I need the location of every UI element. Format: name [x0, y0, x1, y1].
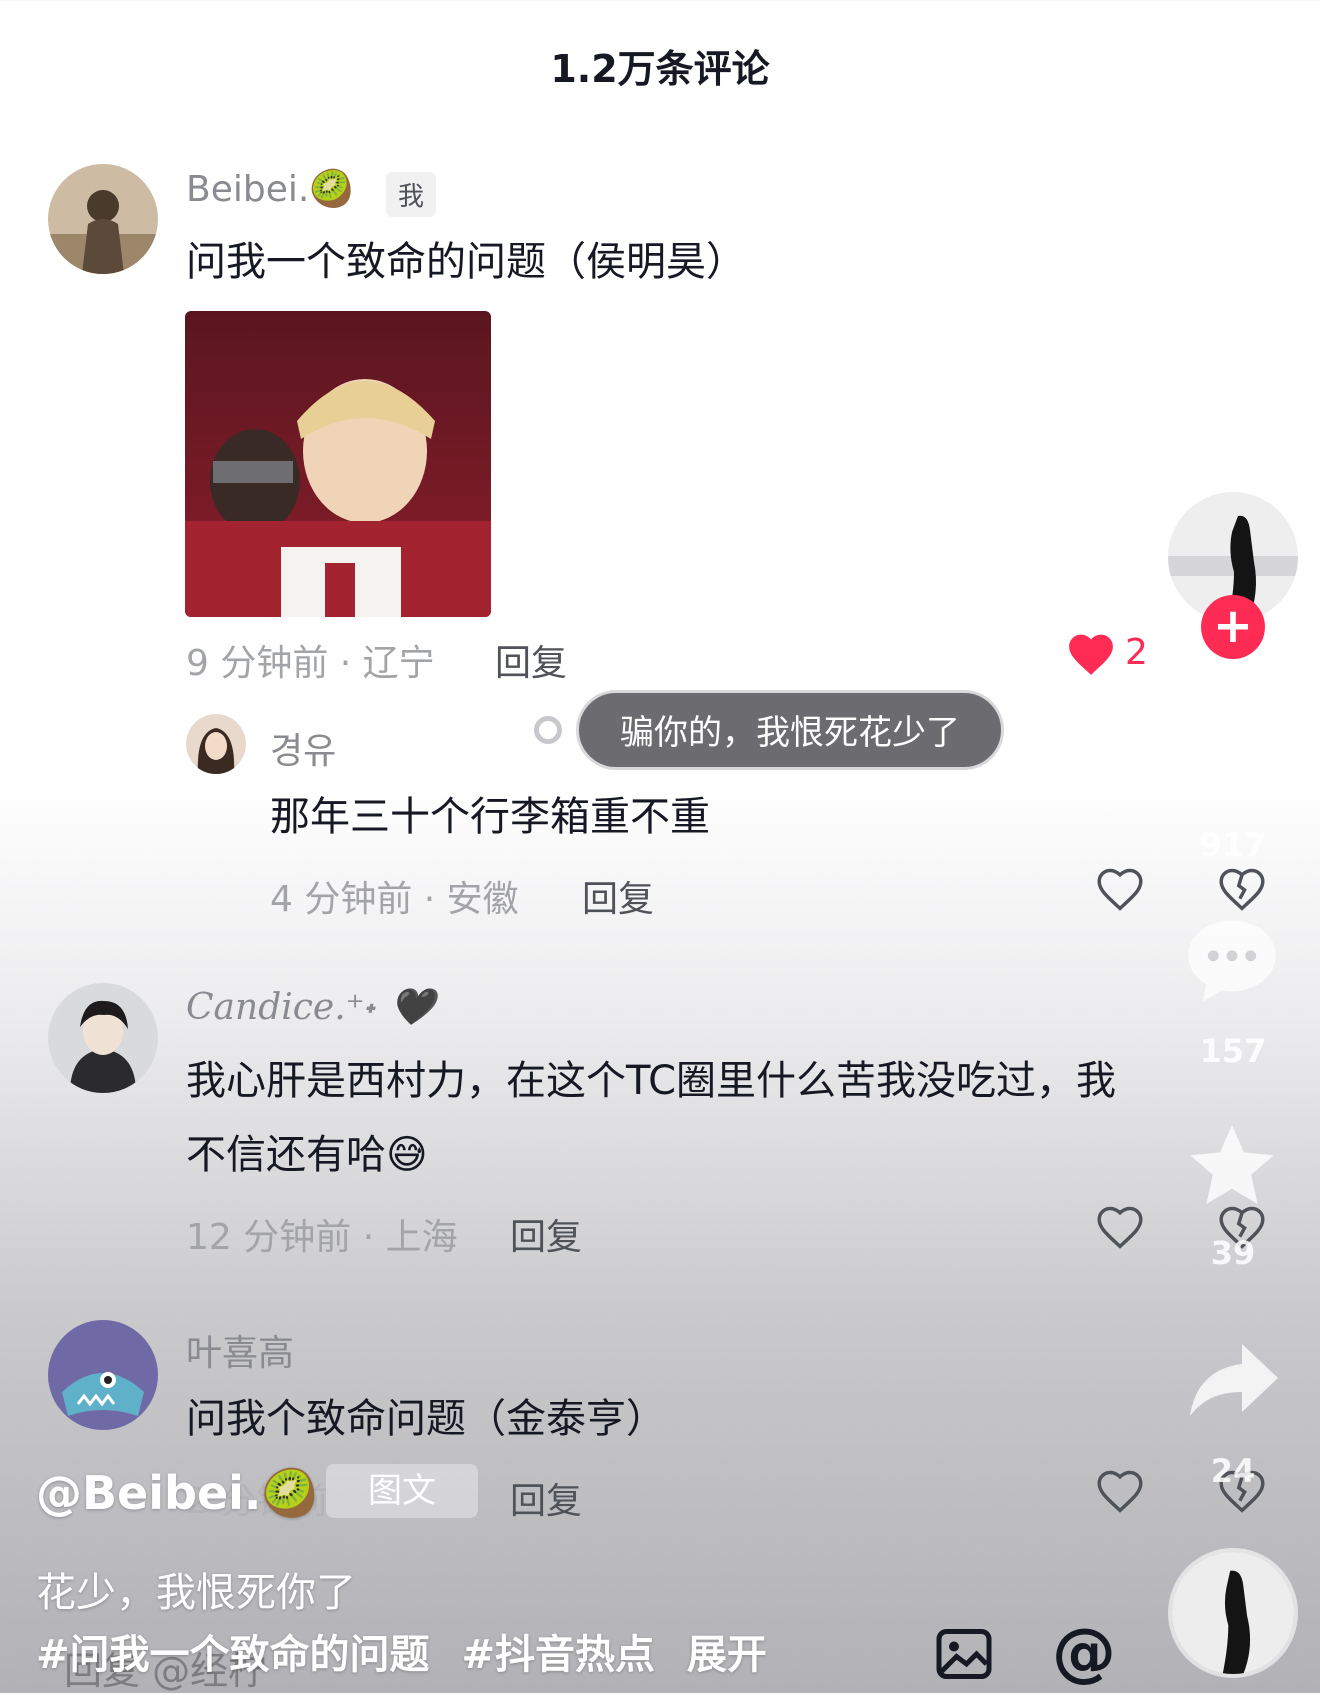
- share-icon[interactable]: [1186, 1340, 1282, 1420]
- comment-text: 问我一个致命的问题（侯明昊）: [186, 239, 746, 285]
- reply-button[interactable]: 回复: [495, 634, 567, 686]
- share-count: 24: [1210, 1452, 1256, 1490]
- like-count: 2: [1125, 632, 1148, 673]
- like-count: 917: [1199, 826, 1267, 864]
- hashtag-link[interactable]: #问我一个致命的问题: [36, 1632, 430, 1678]
- comment-text-line: 不信还有哈😅: [186, 1132, 428, 1178]
- avatar[interactable]: [186, 714, 246, 774]
- comment-meta: 9 分钟前 · 辽宁: [186, 643, 435, 684]
- comment-text: 那年三十个行李箱重不重: [270, 794, 710, 840]
- me-badge: 我: [386, 172, 437, 217]
- avatar[interactable]: [48, 164, 158, 274]
- comment-meta: 4 分钟前 · 安徽: [270, 879, 519, 920]
- heart-icon[interactable]: [1180, 708, 1286, 804]
- comments-count-title: 1.2万条评论: [550, 47, 770, 91]
- post-hashtags: #问我一个致命的问题 #抖音热点 展开: [36, 1622, 785, 1680]
- hashtag-link[interactable]: #抖音热点: [461, 1632, 655, 1678]
- comment-meta: 12 分钟前 · 上海: [186, 1217, 458, 1258]
- toast-indicator: [534, 716, 562, 744]
- reply-button[interactable]: 回复: [510, 1472, 582, 1524]
- image-icon[interactable]: [934, 1626, 994, 1682]
- post-type-tag: 图文: [326, 1464, 478, 1518]
- favorite-count: 39: [1210, 1234, 1256, 1272]
- comment-count: 157: [1199, 1032, 1267, 1070]
- comment-text-line: 我心肝是西村力，在这个TC圈里什么苦我没吃过，我: [186, 1058, 1117, 1104]
- heart-icon[interactable]: [1094, 1202, 1146, 1254]
- comment-text: 问我个致命问题（金泰亨）: [186, 1396, 666, 1442]
- reply-button[interactable]: 回复: [510, 1208, 582, 1260]
- reply-button[interactable]: 回复: [582, 870, 654, 922]
- comment-nickname[interactable]: 叶喜高: [186, 1324, 294, 1376]
- heart-icon[interactable]: [1094, 864, 1146, 916]
- mention-icon[interactable]: @: [1052, 1616, 1116, 1690]
- avatar[interactable]: [48, 983, 158, 1093]
- avatar[interactable]: [48, 1320, 158, 1430]
- dislike-icon[interactable]: [1216, 864, 1268, 916]
- comment-image[interactable]: [185, 311, 491, 617]
- toast-message: 骗你的，我恨死花少了: [576, 690, 1004, 770]
- expand-button[interactable]: 展开: [687, 1632, 767, 1678]
- post-description: 花少，我恨死你了: [36, 1570, 356, 1616]
- comment-nickname[interactable]: 경유: [270, 722, 336, 774]
- heart-filled-icon[interactable]: [1066, 630, 1116, 678]
- follow-plus-icon[interactable]: +: [1201, 595, 1265, 659]
- favorite-star-icon[interactable]: [1184, 1118, 1280, 1214]
- post-author[interactable]: @Beibei.🥝: [36, 1466, 319, 1521]
- comment-nickname[interactable]: Beibei.🥝: [186, 168, 354, 210]
- music-disc-avatar[interactable]: [1168, 1548, 1298, 1678]
- comment-bubble-icon[interactable]: [1182, 912, 1282, 1008]
- heart-icon[interactable]: [1094, 1466, 1146, 1518]
- comment-nickname[interactable]: Candice.⁺˖ 🖤: [186, 986, 435, 1028]
